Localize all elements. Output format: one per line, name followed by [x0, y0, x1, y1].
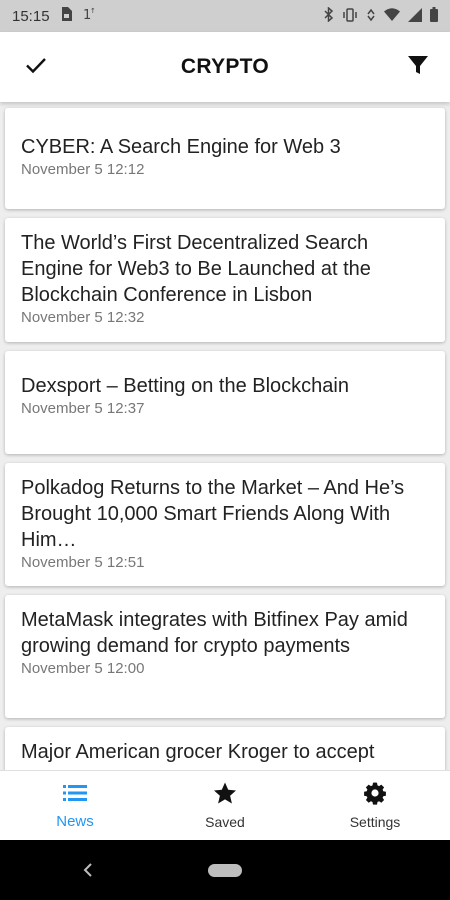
status-right [324, 6, 438, 25]
bottom-nav: News Saved Settings [0, 770, 450, 840]
article-title: MetaMask integrates with Bitfinex Pay am… [21, 609, 408, 657]
article-card[interactable]: The World’s First Decentralized Search E… [5, 218, 445, 342]
bluetooth-icon [324, 6, 334, 25]
svg-text:↑: ↑ [90, 7, 96, 15]
article-card[interactable]: Major American grocer Kroger to accept [5, 727, 445, 770]
article-title: The World’s First Decentralized Search E… [21, 232, 371, 306]
star-icon [213, 781, 237, 810]
nav-label-settings: Settings [349, 814, 401, 830]
check-icon [24, 53, 48, 82]
data-icon [366, 8, 376, 25]
article-title: Polkadog Returns to the Market – And He’… [21, 477, 405, 551]
article-card[interactable]: Polkadog Returns to the Market – And He’… [5, 463, 445, 586]
nav-item-settings[interactable]: Settings [300, 781, 450, 830]
status-time: 15:15 [12, 7, 50, 25]
article-date: November 5 12:00 [21, 660, 145, 677]
list-icon [62, 782, 88, 809]
filter-icon [407, 54, 429, 81]
article-card[interactable]: CYBER: A Search Engine for Web 3 Novembe… [5, 108, 445, 209]
signal-1-icon: 1 ↑ [82, 7, 96, 25]
nav-item-saved[interactable]: Saved [150, 781, 300, 830]
nav-label-saved: Saved [205, 814, 245, 830]
system-nav-bar [0, 840, 450, 900]
filter-button[interactable] [400, 49, 436, 85]
article-card[interactable]: MetaMask integrates with Bitfinex Pay am… [5, 595, 445, 718]
article-title: CYBER: A Search Engine for Web 3 [21, 136, 341, 158]
article-title: Major American grocer Kroger to accept [21, 741, 375, 763]
article-date: November 5 12:51 [21, 554, 145, 571]
battery-icon [430, 7, 438, 25]
article-title: Dexsport – Betting on the Blockchain [21, 375, 349, 397]
app-bar: CRYPTO [0, 32, 450, 102]
nav-label-news: News [56, 812, 94, 830]
home-pill[interactable] [208, 864, 242, 877]
article-date: November 5 12:32 [21, 309, 145, 326]
wifi-icon [384, 8, 400, 24]
vibrate-icon [342, 7, 358, 25]
article-card[interactable]: Dexsport – Betting on the Blockchain Nov… [5, 351, 445, 454]
article-date: November 5 12:37 [21, 400, 145, 417]
check-button[interactable] [18, 49, 54, 85]
gear-icon [363, 781, 387, 810]
status-left: 15:15 1 ↑ [12, 7, 96, 25]
nav-item-news[interactable]: News [0, 782, 150, 830]
back-icon[interactable] [78, 860, 98, 880]
status-bar: 15:15 1 ↑ [0, 0, 450, 32]
article-list[interactable]: CYBER: A Search Engine for Web 3 Novembe… [0, 102, 450, 770]
sim-card-icon [60, 7, 72, 25]
cell-signal-icon [408, 7, 422, 25]
article-date: November 5 12:12 [21, 161, 145, 178]
page-title: CRYPTO [180, 55, 270, 78]
